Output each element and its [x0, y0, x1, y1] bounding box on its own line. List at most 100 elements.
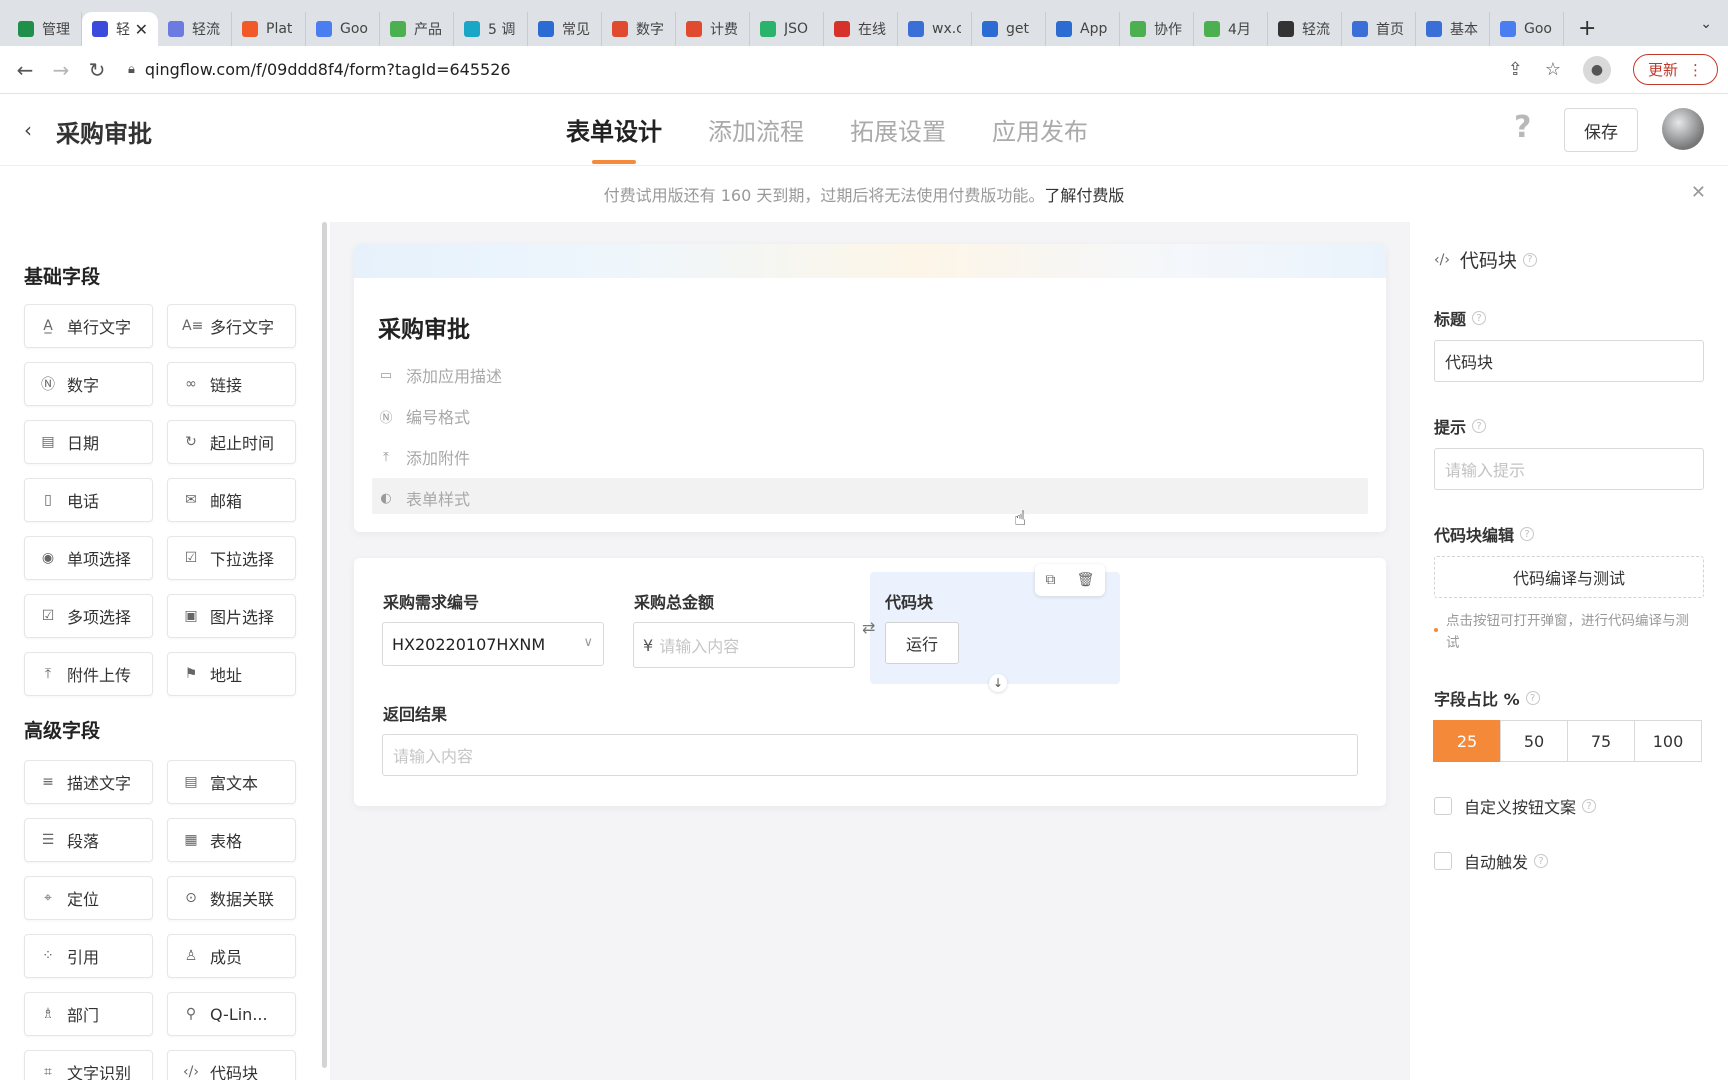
browser-tab[interactable]: 协作: [1120, 12, 1194, 46]
help-circle-icon[interactable]: ?: [1522, 252, 1537, 267]
field-type-button[interactable]: ⤒ 附件上传: [24, 652, 153, 696]
add-attachment-link[interactable]: ⤒ 添加附件: [378, 445, 470, 469]
ratio-option-25[interactable]: 25: [1433, 720, 1501, 762]
field-type-button[interactable]: ⌖ 定位: [24, 876, 153, 920]
browser-tab[interactable]: Goo: [1490, 12, 1564, 46]
field-type-button[interactable]: ☑ 多项选择: [24, 594, 153, 638]
field-type-button[interactable]: ◉ 单项选择: [24, 536, 153, 580]
browser-tab[interactable]: 轻 ✕: [82, 12, 158, 46]
field-type-button[interactable]: ∞ 链接: [167, 362, 296, 406]
help-icon[interactable]: ?: [1514, 110, 1531, 145]
delete-icon[interactable]: 🗑︎: [1077, 572, 1095, 588]
bookmark-star-icon[interactable]: ☆: [1545, 59, 1561, 80]
browser-tab[interactable]: 5 调: [454, 12, 528, 46]
reload-icon[interactable]: ↻: [86, 58, 108, 82]
browser-tab[interactable]: Plat: [232, 12, 306, 46]
field-type-button[interactable]: ⚑ 地址: [167, 652, 296, 696]
auto-trigger-checkbox[interactable]: 自动触发 ?: [1434, 849, 1549, 873]
new-tab-icon[interactable]: +: [1578, 16, 1596, 41]
field-type-button[interactable]: A≡ 多行文字: [167, 304, 296, 348]
tab-add-workflow[interactable]: 添加流程: [708, 112, 804, 160]
browser-tab[interactable]: wx.c: [898, 12, 972, 46]
field-type-button[interactable]: ⌗ 文字识别: [24, 1050, 153, 1080]
field-type-button[interactable]: A̲ 单行文字: [24, 304, 153, 348]
update-button[interactable]: 更新 ⋮: [1632, 54, 1718, 85]
field-type-button[interactable]: ▤ 富文本: [167, 760, 296, 804]
ratio-option-75[interactable]: 75: [1567, 720, 1635, 762]
url-field[interactable]: 🔒︎ qingflow.com/f/09ddd8f4/form?tagId=64…: [128, 60, 511, 79]
amount-input[interactable]: ¥ 请输入内容: [633, 622, 855, 668]
result-input[interactable]: 请输入内容: [382, 734, 1358, 776]
title-input[interactable]: 代码块: [1434, 340, 1704, 382]
field-type-button[interactable]: ≡ 描述文字: [24, 760, 153, 804]
field-type-button[interactable]: ⁘ 引用: [24, 934, 153, 978]
help-circle-icon[interactable]: ?: [1525, 691, 1540, 705]
profile-icon[interactable]: ●: [1582, 55, 1611, 84]
share-icon[interactable]: ⇪: [1508, 59, 1523, 80]
field-type-button[interactable]: ⊙ 数据关联: [167, 876, 296, 920]
browser-tab[interactable]: 基本: [1416, 12, 1490, 46]
ratio-option-100[interactable]: 100: [1634, 720, 1702, 762]
back-arrow-icon[interactable]: ‹: [24, 118, 32, 142]
arrow-down-icon[interactable]: ↓: [989, 674, 1007, 692]
browser-tab[interactable]: get: [972, 12, 1046, 46]
help-circle-icon[interactable]: ?: [1472, 311, 1487, 325]
browser-tab[interactable]: 数字: [602, 12, 676, 46]
avatar[interactable]: [1662, 108, 1704, 150]
field-type-button[interactable]: ♙ 成员: [167, 934, 296, 978]
custom-button-text-checkbox[interactable]: 自定义按钮文案 ?: [1434, 794, 1597, 818]
browser-tab[interactable]: 轻流: [158, 12, 232, 46]
browser-tab[interactable]: 轻流: [1268, 12, 1342, 46]
back-icon[interactable]: ←: [14, 58, 36, 82]
tab-extension-settings[interactable]: 拓展设置: [850, 112, 946, 160]
forward-icon[interactable]: →: [50, 58, 72, 82]
field-type-button[interactable]: ✉ 邮箱: [167, 478, 296, 522]
compile-test-button[interactable]: 代码编译与测试: [1434, 556, 1704, 598]
req-no-select[interactable]: HX20220107HXNM ∨: [382, 622, 604, 666]
close-tab-icon[interactable]: ✕: [135, 20, 148, 39]
ratio-option-50[interactable]: 50: [1500, 720, 1568, 762]
field-type-button[interactable]: ▣ 图片选择: [167, 594, 296, 638]
form-title[interactable]: 采购审批: [378, 310, 470, 344]
help-circle-icon[interactable]: ?: [1582, 799, 1597, 813]
save-button[interactable]: 保存: [1564, 108, 1638, 152]
browser-tab[interactable]: 常见: [528, 12, 602, 46]
swap-icon[interactable]: ⇄: [862, 618, 875, 637]
close-icon[interactable]: ✕: [1691, 182, 1706, 203]
browser-tab[interactable]: 产品: [380, 12, 454, 46]
browser-tab[interactable]: 首页: [1342, 12, 1416, 46]
hint-input[interactable]: 请输入提示: [1434, 448, 1704, 490]
field-type-button[interactable]: ☑ 下拉选择: [167, 536, 296, 580]
checkbox[interactable]: [1434, 852, 1452, 870]
browser-tab[interactable]: 在线: [824, 12, 898, 46]
field-type-button[interactable]: ▦ 表格: [167, 818, 296, 862]
browser-tab[interactable]: JSO: [750, 12, 824, 46]
field-type-button[interactable]: ↻ 起止时间: [167, 420, 296, 464]
browser-tab[interactable]: App: [1046, 12, 1120, 46]
field-type-button[interactable]: ▤ 日期: [24, 420, 153, 464]
scrollbar[interactable]: [322, 222, 327, 1068]
browser-tab[interactable]: Goo: [306, 12, 380, 46]
tab-search-icon[interactable]: ⌄: [1700, 16, 1712, 32]
help-circle-icon[interactable]: ?: [1520, 527, 1535, 541]
form-style-link[interactable]: ◐ 表单样式: [378, 486, 470, 510]
browser-tab[interactable]: 管理: [8, 12, 82, 46]
browser-tab[interactable]: 计费: [676, 12, 750, 46]
tab-form-design[interactable]: 表单设计: [566, 112, 662, 164]
field-type-button[interactable]: ▯ 电话: [24, 478, 153, 522]
field-type-button[interactable]: ⚲ Q-Lin...: [167, 992, 296, 1036]
field-type-button[interactable]: Ⓝ 数字: [24, 362, 153, 406]
checkbox[interactable]: [1434, 797, 1452, 815]
help-circle-icon[interactable]: ?: [1472, 419, 1487, 433]
field-type-button[interactable]: ‹/› 代码块: [167, 1050, 296, 1080]
add-description-link[interactable]: ▭ 添加应用描述: [378, 363, 502, 387]
upgrade-link[interactable]: 了解付费版: [1044, 182, 1124, 206]
copy-icon[interactable]: ⧉: [1046, 572, 1056, 588]
browser-tab[interactable]: 4月: [1194, 12, 1268, 46]
number-format-link[interactable]: Ⓝ 编号格式: [378, 404, 470, 428]
run-button[interactable]: 运行: [885, 622, 959, 664]
field-type-button[interactable]: ☰ 段落: [24, 818, 153, 862]
help-circle-icon[interactable]: ?: [1534, 854, 1549, 868]
field-type-button[interactable]: ♗ 部门: [24, 992, 153, 1036]
tab-app-publish[interactable]: 应用发布: [992, 112, 1088, 160]
